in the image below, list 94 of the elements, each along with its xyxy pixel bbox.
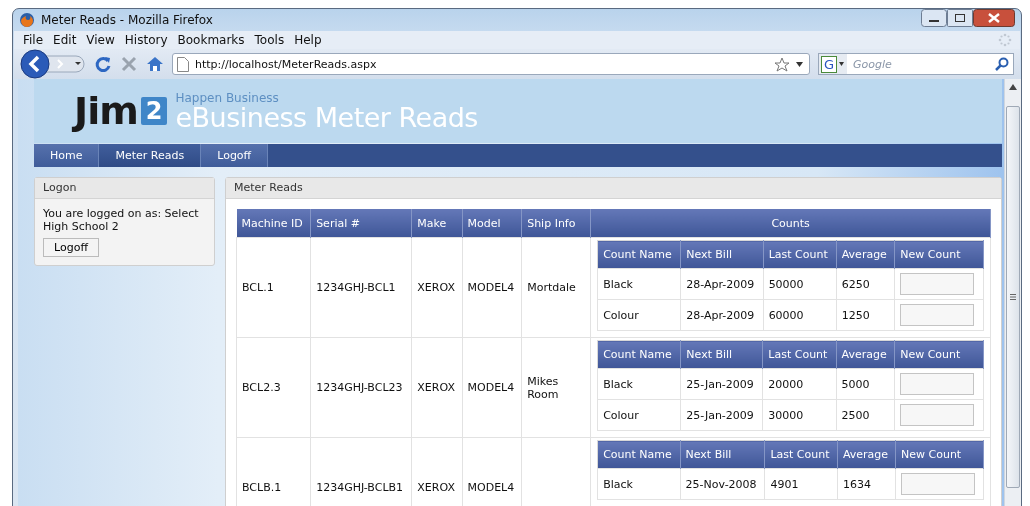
table-cell: Colour bbox=[597, 299, 681, 331]
panel-title: Logon bbox=[35, 178, 214, 199]
column-header: Last Count bbox=[764, 440, 838, 469]
column-header: Count Name bbox=[597, 240, 681, 269]
logo: Jim 2 bbox=[74, 89, 168, 133]
page-icon bbox=[177, 56, 189, 72]
table-cell: BCL2.3 bbox=[236, 337, 311, 438]
home-icon[interactable] bbox=[146, 55, 164, 73]
table-cell: Colour bbox=[597, 399, 681, 431]
dropdown-arrow-icon[interactable] bbox=[796, 61, 803, 67]
column-header: Average bbox=[836, 240, 895, 269]
column-header: Counts bbox=[590, 209, 991, 238]
logon-message: You are logged on as: Select High School 2 bbox=[43, 207, 200, 233]
close-button[interactable] bbox=[973, 9, 1015, 27]
window-title: Meter Reads - Mozilla Firefox bbox=[41, 13, 213, 28]
new-count-field[interactable] bbox=[900, 304, 975, 326]
table-cell: Mikes Room bbox=[521, 337, 591, 438]
reload-icon[interactable] bbox=[94, 55, 112, 73]
table-cell: XEROX bbox=[411, 237, 463, 338]
column-header: Ship Info bbox=[521, 209, 591, 238]
column-header: Count Name bbox=[597, 440, 680, 469]
table-cell: 25-Nov-2008 bbox=[680, 468, 765, 500]
table-cell: 30000 bbox=[762, 399, 836, 431]
column-header: Last Count bbox=[762, 340, 836, 369]
dropdown-arrow-icon[interactable] bbox=[839, 62, 845, 66]
column-header: Next Bill bbox=[680, 440, 765, 469]
column-header: Next Bill bbox=[680, 240, 764, 269]
table-cell: Black bbox=[597, 468, 680, 500]
table-cell: 1234GHJ-BCL1 bbox=[310, 237, 412, 338]
column-header: Average bbox=[836, 340, 895, 369]
menu-item[interactable]: View bbox=[81, 33, 120, 48]
column-header: Count Name bbox=[597, 340, 681, 369]
column-header: Next Bill bbox=[680, 340, 763, 369]
table-cell: MODEL4 bbox=[462, 237, 522, 338]
nav-tab[interactable]: Home bbox=[34, 144, 100, 167]
new-count-field[interactable] bbox=[901, 473, 976, 495]
table-cell: XEROX bbox=[411, 337, 463, 438]
table-cell: 5000 bbox=[836, 368, 895, 400]
tagline: Happen Business bbox=[175, 91, 279, 104]
menu-item[interactable]: Bookmarks bbox=[172, 33, 250, 48]
address-bar[interactable]: http://localhost/MeterReads.aspx bbox=[172, 53, 810, 75]
column-header: New Count bbox=[895, 440, 984, 469]
column-header: Serial # bbox=[310, 209, 412, 238]
table-cell: BCLB.1 bbox=[236, 437, 311, 506]
grip-icon bbox=[1010, 294, 1016, 300]
table-cell: Black bbox=[597, 268, 681, 300]
menu-item[interactable]: Tools bbox=[249, 33, 290, 48]
table-cell: 28-Apr-2009 bbox=[680, 299, 764, 331]
minimize-button[interactable] bbox=[921, 9, 947, 27]
table-cell: 50000 bbox=[763, 268, 837, 300]
column-header: Machine ID bbox=[236, 209, 311, 238]
table-cell: Black bbox=[597, 368, 681, 400]
column-header: Make bbox=[411, 209, 463, 238]
table-cell: 2500 bbox=[836, 399, 895, 431]
site-title: eBusiness Meter Reads bbox=[175, 103, 478, 131]
column-header: Model bbox=[462, 209, 522, 238]
table-cell: 6250 bbox=[836, 268, 895, 300]
back-button[interactable] bbox=[20, 49, 86, 79]
column-header: Average bbox=[837, 440, 896, 469]
menu-item[interactable]: Help bbox=[289, 33, 327, 48]
search-icon[interactable] bbox=[995, 57, 1009, 71]
table-cell: 60000 bbox=[763, 299, 837, 331]
table-cell: 25-Jan-2009 bbox=[680, 399, 763, 431]
new-count-field[interactable] bbox=[900, 373, 975, 395]
new-count-field[interactable] bbox=[900, 273, 975, 295]
table-cell: 28-Apr-2009 bbox=[680, 268, 764, 300]
menu-item[interactable]: History bbox=[119, 33, 173, 48]
table-cell: 1250 bbox=[836, 299, 895, 331]
star-icon[interactable] bbox=[774, 56, 790, 72]
menu-item[interactable]: File bbox=[18, 33, 49, 48]
table-cell: 1234GHJ-BCL23 bbox=[310, 337, 412, 438]
new-count-field[interactable] bbox=[900, 404, 975, 426]
table-cell: 20000 bbox=[762, 368, 836, 400]
table-cell: Mortdale bbox=[521, 237, 591, 338]
table-cell: 25-Jan-2009 bbox=[680, 368, 763, 400]
table-cell: 4901 bbox=[764, 468, 838, 500]
nav-tab[interactable]: Meter Reads bbox=[99, 144, 202, 167]
maximize-button[interactable] bbox=[947, 9, 973, 27]
table-cell: MODEL4 bbox=[462, 337, 522, 438]
menu-item[interactable]: Edit bbox=[48, 33, 82, 48]
firefox-icon bbox=[19, 12, 35, 29]
scroll-up-arrow-icon[interactable] bbox=[1009, 84, 1017, 90]
table-cell: 1634 bbox=[837, 468, 896, 500]
table-cell: BCL.1 bbox=[236, 237, 311, 338]
vertical-scrollbar[interactable] bbox=[1004, 79, 1021, 506]
search-field[interactable]: G Google bbox=[818, 53, 1014, 75]
loading-throbber-icon bbox=[998, 33, 1012, 48]
nav-tab[interactable]: Logoff bbox=[201, 144, 269, 167]
column-header: Last Count bbox=[763, 240, 837, 269]
search-engine-button[interactable]: G bbox=[819, 54, 848, 74]
column-header: New Count bbox=[894, 240, 984, 269]
column-header: New Count bbox=[894, 340, 984, 369]
logoff-button[interactable]: Logoff bbox=[43, 238, 99, 257]
panel-title: Meter Reads bbox=[226, 178, 1001, 199]
